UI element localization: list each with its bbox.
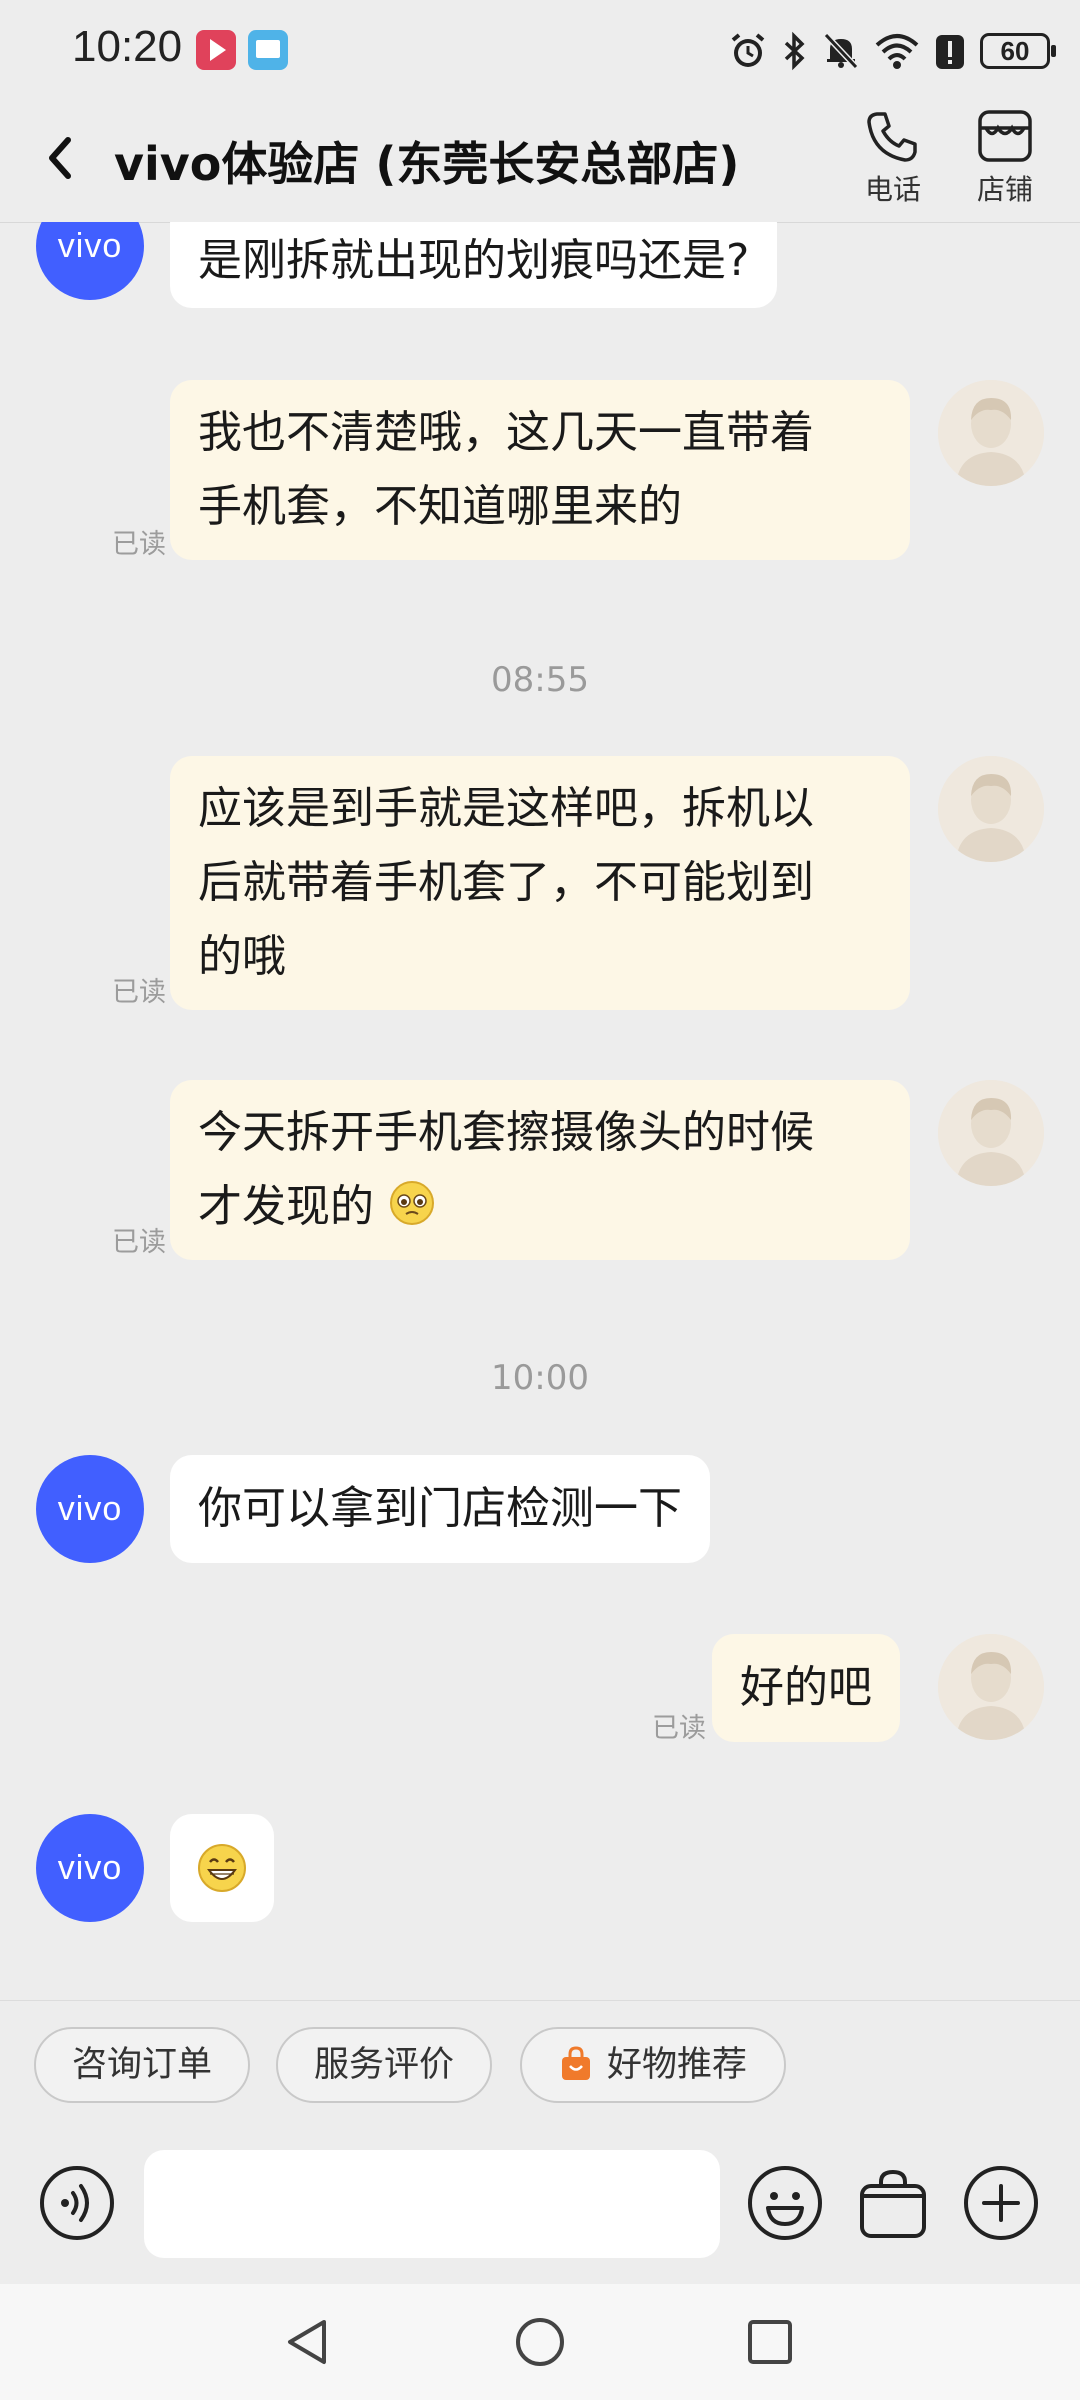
nav-recents-icon[interactable] (742, 2314, 798, 2370)
user-avatar-image (938, 380, 1044, 486)
phone-icon (867, 112, 917, 162)
quick-reply-recommend[interactable]: 好物推荐 (520, 2027, 786, 2103)
grinning-face-emoji-icon (198, 1844, 246, 1892)
read-status: 已读 (112, 529, 166, 560)
battery-icon: 60 (980, 33, 1056, 69)
message-bubble[interactable]: 是刚拆就出现的划痕吗还是? (170, 222, 778, 308)
shop-avatar[interactable]: vivo (36, 222, 144, 300)
back-icon[interactable] (34, 128, 84, 188)
user-avatar-image (938, 756, 1044, 862)
quick-reply-consult-order[interactable]: 咨询订单 (34, 2027, 250, 2103)
alarm-icon (731, 33, 765, 67)
message-line: 今天拆开手机套擦摄像头的时候 (198, 1107, 814, 1158)
reader-app-icon (248, 30, 288, 70)
chip-label: 服务评价 (313, 2045, 454, 2085)
mute-icon (823, 32, 859, 70)
user-avatar[interactable] (938, 380, 1044, 486)
shop-icon (978, 110, 1032, 162)
user-avatar-image (938, 1080, 1044, 1186)
system-nav-bar (0, 2284, 1080, 2400)
quick-reply-service-rating[interactable]: 服务评价 (276, 2027, 492, 2103)
pleading-face-emoji-icon (390, 1181, 434, 1225)
chat-header: vivo体验店 (东莞长安总部店) 电话 店铺 (0, 100, 1080, 223)
user-avatar[interactable] (938, 1634, 1044, 1740)
chip-label: 咨询订单 (71, 2045, 212, 2085)
read-status: 已读 (112, 977, 166, 1008)
message-bubble[interactable]: 你可以拿到门店检测一下 (170, 1455, 710, 1563)
wifi-icon (875, 34, 919, 69)
read-status: 已读 (652, 1713, 706, 1744)
message-line: 才发现的 (198, 1181, 374, 1232)
page-title: vivo体验店 (东莞长安总部店) (114, 137, 740, 191)
message-line: 后就带着手机套了，不可能划到 (198, 857, 814, 908)
phone-label: 电话 (864, 173, 921, 206)
alert-icon (936, 35, 964, 69)
phone-button[interactable]: 电话 (848, 106, 938, 208)
message-line: 我也不清楚哦，这几天一直带着 (198, 407, 814, 458)
message-input[interactable] (144, 2150, 720, 2258)
emoji-icon[interactable] (746, 2164, 824, 2242)
user-avatar-image (938, 1634, 1044, 1740)
shop-button[interactable]: 店铺 (960, 106, 1050, 208)
shop-avatar[interactable]: vivo (36, 1814, 144, 1922)
status-bar: 10:20 60 (0, 0, 1080, 100)
user-avatar[interactable] (938, 756, 1044, 862)
time-separator: 10:00 (491, 1358, 589, 1398)
message-line: 手机套，不知道哪里来的 (198, 481, 682, 532)
video-app-icon (196, 30, 236, 70)
chip-label: 好物推荐 (606, 2045, 747, 2085)
message-bubble[interactable]: 好的吧 (712, 1634, 900, 1742)
message-bubble[interactable]: 我也不清楚哦，这几天一直带着 手机套，不知道哪里来的 (170, 380, 910, 560)
status-time: 10:20 (72, 22, 183, 71)
quick-reply-bar: 咨询订单 服务评价 好物推荐 (0, 2000, 1080, 2125)
user-avatar[interactable] (938, 1080, 1044, 1186)
add-icon[interactable] (962, 2164, 1040, 2242)
shop-label: 店铺 (976, 173, 1033, 206)
chat-message-list[interactable]: vivo 是刚拆就出现的划痕吗还是? 我也不清楚哦，这几天一直带着 手机套，不知… (0, 222, 1080, 2000)
shop-avatar[interactable]: vivo (36, 1455, 144, 1563)
message-line: 的哦 (198, 931, 286, 982)
voice-icon[interactable] (38, 2164, 116, 2242)
message-text: 是刚拆就出现的划痕吗还是? (198, 235, 750, 286)
message-input-bar (0, 2124, 1080, 2284)
message-bubble[interactable] (170, 1814, 274, 1922)
message-text: 你可以拿到门店检测一下 (198, 1483, 682, 1534)
message-bubble[interactable]: 应该是到手就是这样吧，拆机以 后就带着手机套了，不可能划到 的哦 (170, 756, 910, 1010)
nav-back-icon[interactable] (280, 2314, 336, 2370)
nav-home-icon[interactable] (512, 2314, 568, 2370)
message-line: 应该是到手就是这样吧，拆机以 (198, 783, 814, 834)
shopping-bag-icon (561, 2046, 590, 2080)
message-bubble[interactable]: 今天拆开手机套擦摄像头的时候 才发现的 (170, 1080, 910, 1260)
time-separator: 08:55 (491, 660, 589, 700)
message-text: 好的吧 (740, 1662, 872, 1713)
shopping-bag-outline-icon[interactable] (854, 2164, 932, 2242)
bluetooth-icon (784, 31, 805, 71)
read-status: 已读 (112, 1227, 166, 1258)
